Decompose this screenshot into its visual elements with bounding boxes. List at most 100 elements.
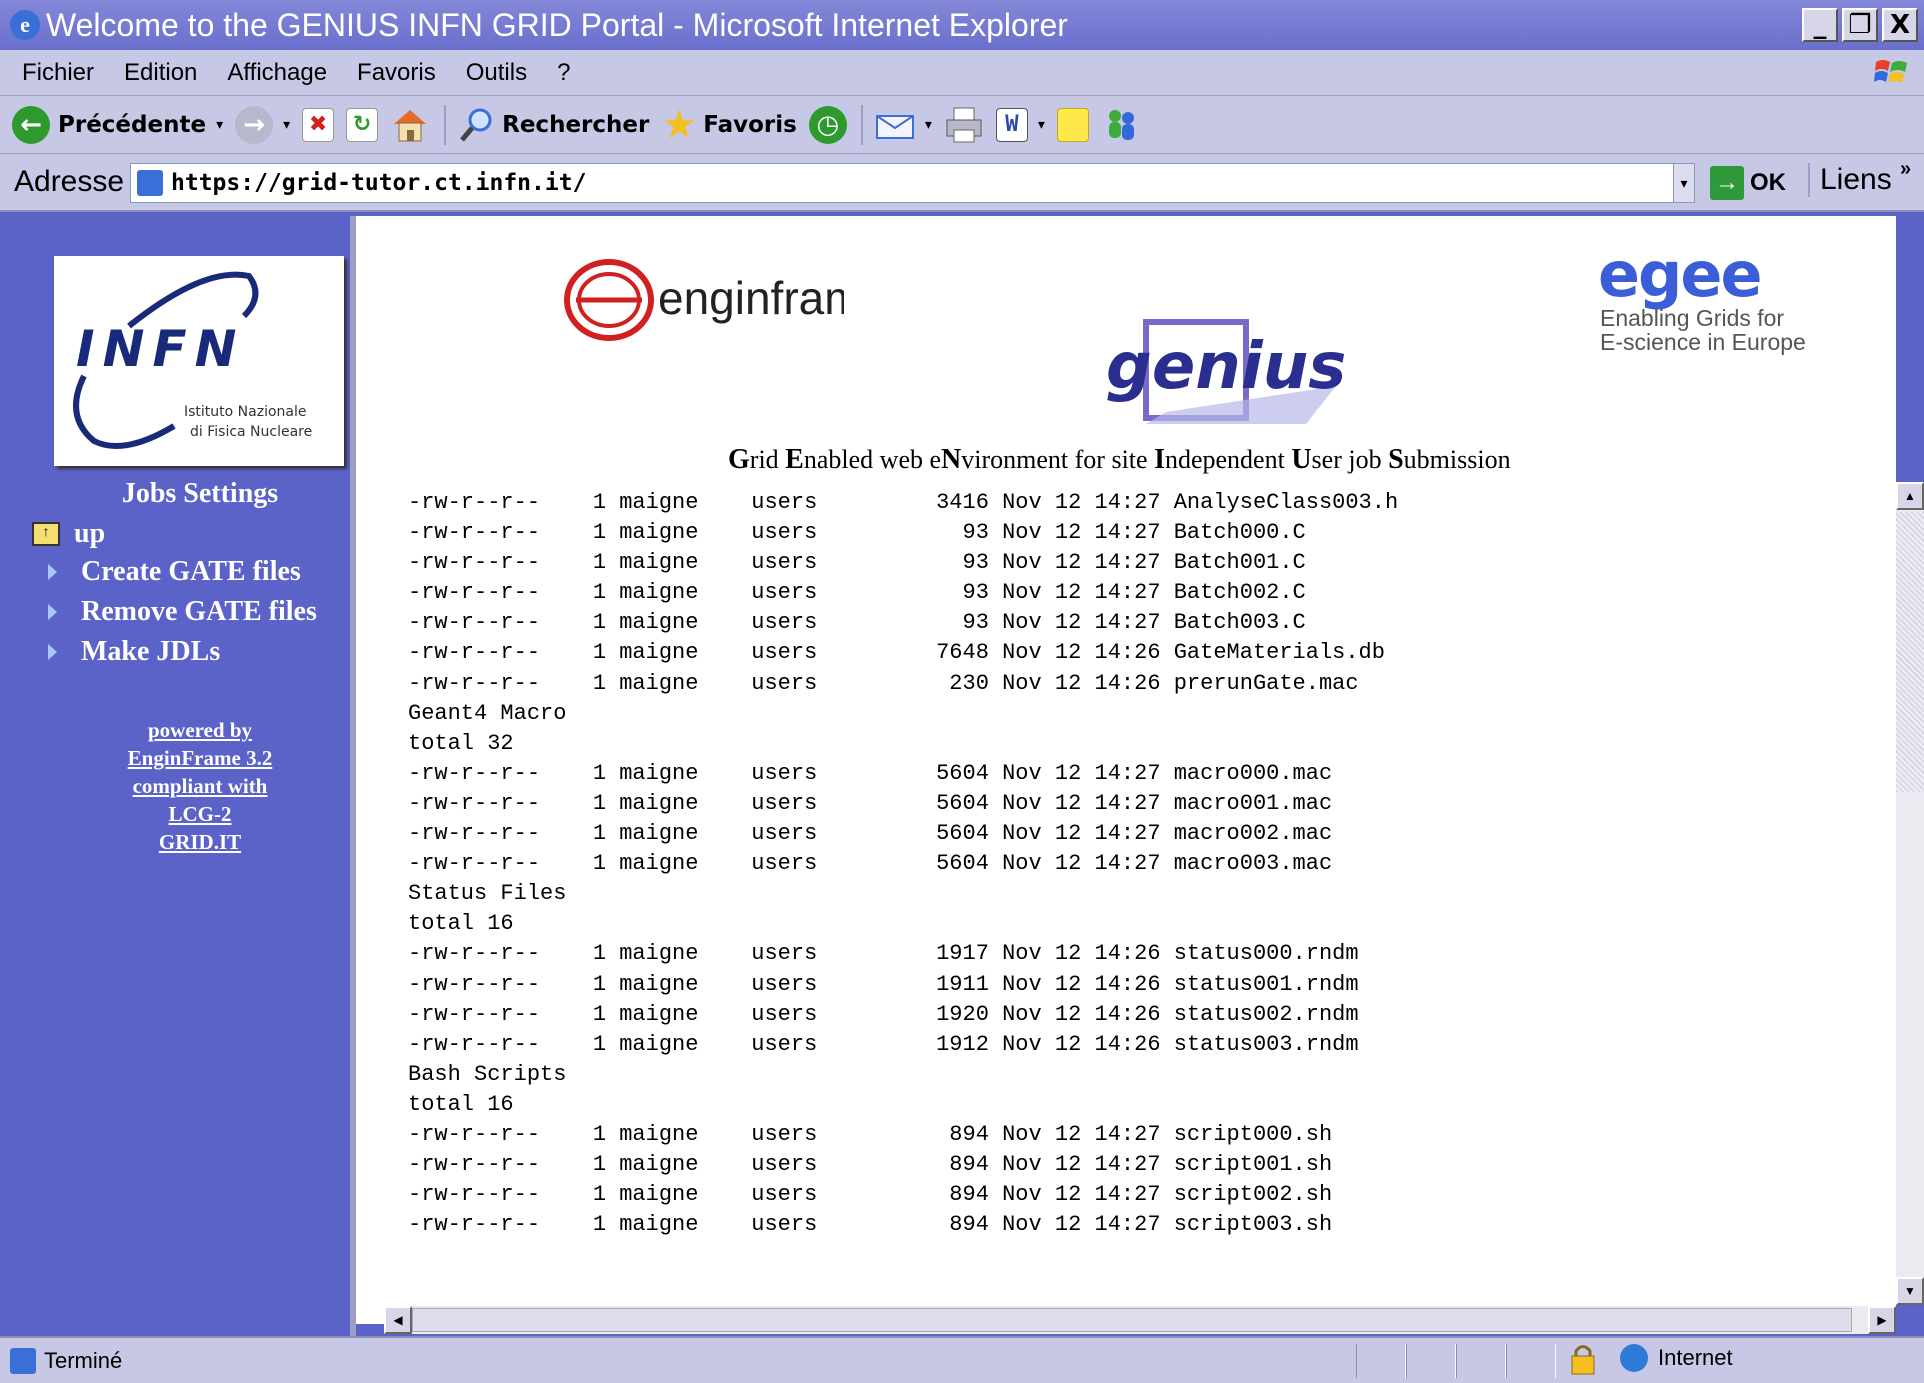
nav-make-jdls[interactable]: Make JDLs: [38, 636, 220, 668]
powered-by-link[interactable]: powered by: [8, 716, 392, 744]
bullet-arrow-icon: [48, 564, 57, 580]
back-dropdown-icon[interactable]: ▾: [216, 117, 223, 133]
stop-icon: ✖: [302, 107, 335, 142]
history-button[interactable]: ◷: [808, 105, 847, 144]
enginframe-link[interactable]: EnginFrame 3.2: [8, 744, 392, 772]
word-edit-icon: W: [995, 107, 1028, 142]
nav-remove-gate-files[interactable]: Remove GATE files: [38, 596, 317, 628]
status-panel: [1506, 1344, 1556, 1378]
listing-line: -rw-r--r-- 1 maigne users 7648 Nov 12 14…: [408, 640, 1385, 666]
enginframe-logo-text: enginframe: [658, 272, 844, 324]
nav-up-label: up: [74, 518, 106, 549]
file-listing: -rw-r--r-- 1 maigne users 3416 Nov 12 14…: [408, 488, 1398, 1240]
genius-tagline: Grid Enabled web eNvironment for site In…: [728, 444, 1511, 475]
minimize-button[interactable]: _: [1802, 8, 1838, 42]
scroll-right-button[interactable]: ▶: [1868, 1306, 1896, 1334]
favorites-star-icon: ★: [661, 101, 698, 148]
address-label: Adresse: [14, 165, 125, 198]
nav-label: Create GATE files: [81, 556, 301, 587]
infn-logo-text: INFN: [76, 320, 244, 378]
vertical-scrollbar[interactable]: ▲ ▼: [1896, 482, 1924, 1305]
favorites-button[interactable]: ★ Favoris: [661, 102, 796, 148]
listing-line: -rw-r--r-- 1 maigne users 93 Nov 12 14:2…: [408, 610, 1306, 636]
globe-icon: [1620, 1344, 1648, 1372]
listing-line: total 32: [408, 730, 514, 756]
toolbar: ← Précédente ▾ → ▾ ✖ ↻ Rechercher ★ Favo…: [0, 96, 1924, 154]
go-label: OK: [1750, 169, 1786, 196]
bullet-arrow-icon: [48, 604, 57, 620]
internet-explorer-icon: e: [10, 10, 40, 40]
enginframe-logo: enginframe: [564, 259, 844, 341]
search-button[interactable]: Rechercher: [458, 106, 649, 144]
toolbar-separator: [444, 104, 447, 145]
gridit-link[interactable]: GRID.IT: [8, 828, 392, 856]
back-button[interactable]: ← Précédente ▾: [12, 105, 223, 144]
scroll-down-button[interactable]: ▼: [1896, 1277, 1924, 1305]
edit-button[interactable]: W ▾: [995, 107, 1045, 142]
status-panel: [1456, 1344, 1506, 1378]
nav-create-gate-files[interactable]: Create GATE files: [38, 556, 301, 588]
address-input[interactable]: https://grid-tutor.ct.infn.it/: [130, 163, 1690, 203]
home-icon: [394, 109, 427, 141]
messenger-button[interactable]: [1101, 106, 1141, 144]
listing-line: -rw-r--r-- 1 maigne users 93 Nov 12 14:2…: [408, 580, 1306, 606]
print-button[interactable]: [944, 106, 984, 144]
page-done-icon: [10, 1347, 36, 1374]
window-titlebar: e Welcome to the GENIUS INFN GRID Portal…: [0, 0, 1924, 50]
home-button[interactable]: [390, 106, 430, 144]
status-panel: [1406, 1344, 1456, 1378]
compliant-link[interactable]: compliant with: [8, 772, 392, 800]
close-button[interactable]: X: [1882, 8, 1918, 42]
links-button[interactable]: Liens: [1808, 163, 1892, 197]
mail-icon: [875, 114, 914, 139]
infn-logo-graphic: INFN Istituto Nazionale di Fisica Nuclea…: [73, 271, 312, 449]
page-icon: [137, 170, 163, 196]
forward-button[interactable]: → ▾: [235, 105, 290, 144]
listing-line: Bash Scripts: [408, 1061, 567, 1087]
listing-line: -rw-r--r-- 1 maigne users 1911 Nov 12 14…: [408, 971, 1359, 997]
horizontal-scrollbar[interactable]: ◀ ▶: [384, 1306, 1896, 1334]
refresh-button[interactable]: ↻: [346, 107, 379, 142]
lcg2-link[interactable]: LCG-2: [8, 800, 392, 828]
listing-line: -rw-r--r-- 1 maigne users 894 Nov 12 14:…: [408, 1152, 1333, 1178]
nav-up[interactable]: ↑ up: [32, 518, 105, 550]
egee-tagline-1: Enabling Grids for: [1600, 305, 1784, 331]
menu-favoris[interactable]: Favoris: [357, 59, 436, 87]
address-url[interactable]: https://grid-tutor.ct.infn.it/: [171, 170, 586, 196]
mail-button[interactable]: ▾: [875, 108, 932, 142]
go-arrow-icon: →: [1710, 166, 1744, 200]
menu-affichage[interactable]: Affichage: [227, 59, 327, 87]
status-panel: [1356, 1344, 1406, 1378]
infn-subtitle-1: Istituto Nazionale: [184, 404, 306, 420]
refresh-icon: ↻: [346, 107, 379, 142]
scroll-up-button[interactable]: ▲: [1896, 482, 1924, 510]
listing-line: Geant4 Macro: [408, 700, 567, 726]
status-text: Terminé: [44, 1347, 123, 1373]
stop-button[interactable]: ✖: [302, 107, 335, 142]
powered-by-links: powered by EnginFrame 3.2 compliant with…: [8, 716, 392, 856]
listing-line: -rw-r--r-- 1 maigne users 894 Nov 12 14:…: [408, 1212, 1333, 1238]
menu-help[interactable]: ?: [557, 59, 570, 87]
listing-line: total 16: [408, 911, 514, 937]
note-icon: [1056, 107, 1089, 142]
toolbar-separator: [860, 104, 863, 145]
egee-logo-text: egee: [1598, 244, 1761, 311]
restore-button[interactable]: ❐: [1842, 8, 1878, 42]
mail-dropdown-icon[interactable]: ▾: [925, 117, 932, 133]
forward-dropdown-icon[interactable]: ▾: [283, 117, 290, 133]
scroll-left-button[interactable]: ◀: [384, 1306, 412, 1334]
bullet-arrow-icon: [48, 644, 57, 660]
edit-dropdown-icon[interactable]: ▾: [1038, 117, 1045, 133]
menu-outils[interactable]: Outils: [466, 59, 527, 87]
go-button[interactable]: → OK: [1710, 166, 1786, 200]
horizontal-scroll-thumb[interactable]: [412, 1308, 1852, 1332]
discuss-button[interactable]: [1056, 107, 1089, 142]
address-dropdown-icon[interactable]: ▾: [1673, 163, 1695, 203]
favorites-label: Favoris: [703, 111, 797, 138]
nav-label: Make JDLs: [81, 636, 221, 667]
scroll-thumb[interactable]: [1896, 512, 1924, 792]
sidebar: INFN Istituto Nazionale di Fisica Nuclea…: [8, 216, 350, 1336]
links-chevron-icon[interactable]: »: [1900, 158, 1911, 181]
menu-edition[interactable]: Edition: [124, 59, 197, 87]
menu-fichier[interactable]: Fichier: [22, 59, 94, 87]
